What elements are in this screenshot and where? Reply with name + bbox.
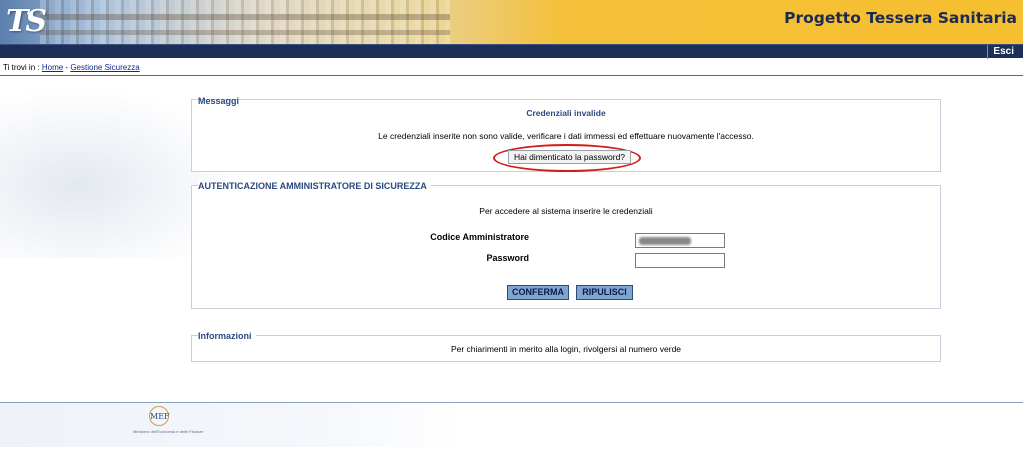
admin-code-field[interactable] xyxy=(635,233,725,248)
ts-logo-text: TS xyxy=(6,4,47,39)
page: TS Progetto Tessera Sanitaria Esci Ti tr… xyxy=(0,0,1023,453)
auth-instructions: Per accedere al sistema inserire le cred… xyxy=(479,206,653,216)
breadcrumb-home-link[interactable]: Home xyxy=(42,63,63,72)
breadcrumb-prefix: Ti trovi in : xyxy=(3,63,40,72)
mef-caption: Ministero dell'Economia e delle Finanze xyxy=(133,429,204,434)
header-shelf-stripe-lower xyxy=(40,30,450,35)
exit-link[interactable]: Esci xyxy=(987,45,1019,59)
info-panel: Informazioni Per chiarimenti in merito a… xyxy=(191,331,941,362)
auth-title: AUTENTICAZIONE AMMINISTRATORE DI SICUREZ… xyxy=(198,181,431,191)
breadcrumb-security-link[interactable]: Gestione Sicurezza xyxy=(70,63,139,72)
messages-title: Messaggi xyxy=(198,96,240,106)
navbar: Esci xyxy=(0,44,1023,59)
ts-logo: TS xyxy=(6,2,47,42)
breadcrumb-divider xyxy=(0,75,1023,76)
auth-panel: AUTENTICAZIONE AMMINISTRATORE DI SICUREZ… xyxy=(191,181,941,309)
footer-background xyxy=(0,403,460,447)
header-pharmacy-image xyxy=(40,0,450,44)
redacted-value xyxy=(639,237,691,245)
header-shelf-stripe xyxy=(40,14,450,20)
info-title: Informazioni xyxy=(198,331,256,341)
password-label: Password xyxy=(486,253,529,263)
footer: MEF Ministero dell'Economia e delle Fina… xyxy=(0,402,1023,453)
info-text: Per chiarimenti in merito alla login, ri… xyxy=(450,344,682,354)
forgot-password-button[interactable]: Hai dimenticato la password? xyxy=(508,150,632,164)
invalid-credentials-text: Le credenziali inserite non sono valide,… xyxy=(378,131,754,141)
confirm-button[interactable]: CONFERMA xyxy=(507,285,569,300)
app-title: Progetto Tessera Sanitaria xyxy=(784,9,1017,27)
password-field[interactable] xyxy=(635,253,725,268)
admin-code-label: Codice Amministratore xyxy=(430,232,529,242)
header-banner: TS Progetto Tessera Sanitaria xyxy=(0,0,1023,44)
mef-logo: MEF xyxy=(149,406,170,426)
reset-button[interactable]: RIPULISCI xyxy=(576,285,633,300)
messages-panel: Messaggi Credenziali invalide Le credenz… xyxy=(191,96,941,172)
invalid-credentials-heading: Credenziali invalide xyxy=(526,108,606,118)
breadcrumb: Ti trovi in : Home - Gestione Sicurezza xyxy=(3,63,140,72)
breadcrumb-separator: - xyxy=(65,63,69,72)
